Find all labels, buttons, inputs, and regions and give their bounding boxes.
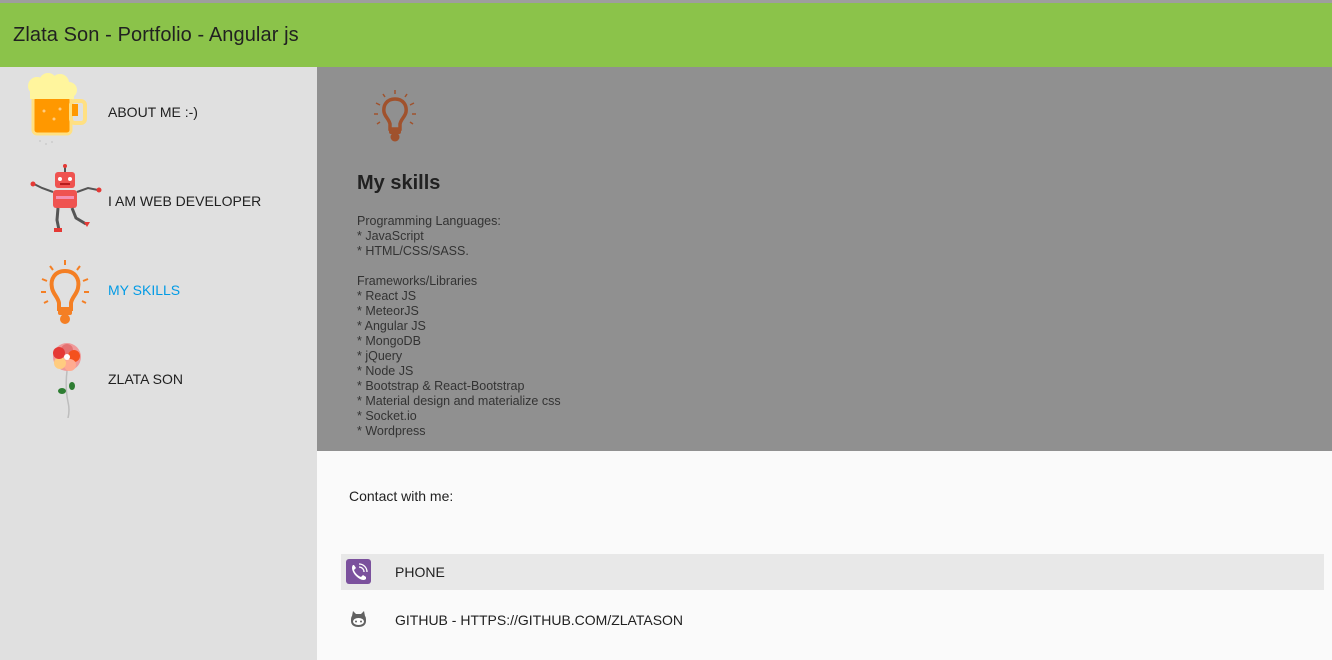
sidebar-item-my-skills[interactable]: MY SKILLS [0,245,317,334]
contact-item-label: PHONE [395,564,445,580]
app-title: Zlata Son - Portfolio - Angular js [13,23,299,46]
contact-item-phone[interactable]: PHONE [341,554,1324,590]
sidebar-item-label: ZLATA SON [108,370,183,387]
contact-item-github[interactable]: GITHUB - HTTPS://GITHUB.COM/ZLATASON [341,602,1324,638]
skills-line: Programming Languages: [357,214,501,228]
sidebar-item-zlata-son[interactable]: ZLATA SON [0,334,317,423]
lightbulb-icon [41,260,89,324]
skills-list: Programming Languages: * JavaScript * HT… [357,214,561,439]
beer-mug-icon [28,73,87,145]
app-toolbar: Zlata Son - Portfolio - Angular js [0,3,1332,67]
skills-line: * React JS [357,289,417,303]
skills-line: * Socket.io [357,409,417,423]
skills-line: * Angular JS [357,319,426,333]
skills-line: * MongoDB [357,334,421,348]
page-title: My skills [357,172,441,194]
sidebar-item-web-developer[interactable]: I AM WEB DEVELOPER [0,156,317,245]
contact-item-label: GITHUB - HTTPS://GITHUB.COM/ZLATASON [395,612,684,628]
sidebar-item-label: ABOUT ME :-) [108,103,198,120]
skills-line [357,259,561,274]
skills-line: * Bootstrap & React-Bootstrap [357,379,525,393]
skills-line: * HTML/CSS/SASS. [357,244,469,258]
contact-heading: Contact with me: [349,488,454,504]
skills-line: Frameworks/Libraries [357,274,478,288]
flower-icon [53,343,81,418]
skills-panel: My skills Programming Languages: * JavaS… [317,67,1332,451]
skills-line: * jQuery [357,349,403,363]
lightbulb-icon [374,90,416,142]
sidebar-item-about-me[interactable]: ABOUT ME :-) [0,67,317,156]
sidebar-item-label: I AM WEB DEVELOPER [108,192,262,209]
skills-line: * MeteorJS [357,304,419,318]
sidebar: ABOUT ME :-) I AM WEB DEVELOPER MY SKILL… [0,67,317,660]
contact-section: Contact with me: PHONE GITHUB - HTTPS://… [317,451,1332,660]
robot-icon [30,164,102,232]
skills-line: * Material design and materialize css [357,394,561,408]
skills-line: * Node JS [357,364,414,378]
skills-line: * JavaScript [357,229,424,243]
viber-icon [346,559,371,584]
skills-line: * Wordpress [357,424,426,438]
sidebar-item-label: MY SKILLS [108,281,181,298]
github-icon [351,611,366,627]
